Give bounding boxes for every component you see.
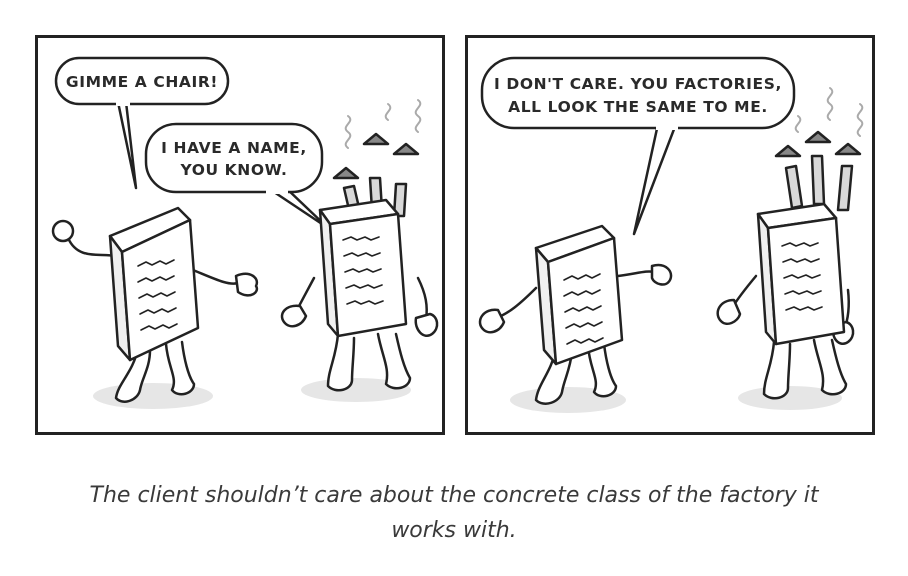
bubble-text-line: ALL LOOK THE SAME TO ME. [508,98,768,116]
caption-line: works with. [391,518,517,544]
factory-character [716,87,864,400]
figure-caption: The client shouldn’t care about the conc… [0,478,908,548]
client-character [51,206,259,403]
bubble-text-line: YOU KNOW. [179,161,287,179]
bubble-text-line: I HAVE A NAME, [161,139,307,157]
comic-panel-left: GIMME A CHAIR! I HAVE A NAME, YOU KNOW. [35,35,445,435]
speech-bubble-client: I DON'T CARE. YOU FACTORIES, ALL LOOK TH… [480,56,796,236]
bubble-text-line: I DON'T CARE. YOU FACTORIES, [494,75,782,93]
caption-line: The client shouldn’t care about the conc… [89,483,819,508]
client-character [478,224,673,405]
panel-left-illustration: GIMME A CHAIR! I HAVE A NAME, YOU KNOW. [51,56,439,409]
comic-panel-right: I DON'T CARE. YOU FACTORIES, ALL LOOK TH… [465,35,875,435]
panel-right-illustration: I DON'T CARE. YOU FACTORIES, ALL LOOK TH… [478,56,864,413]
comic-strip: GIMME A CHAIR! I HAVE A NAME, YOU KNOW. [0,0,908,450]
bubble-text-line: GIMME A CHAIR! [66,73,218,91]
client-shadow [93,383,213,409]
